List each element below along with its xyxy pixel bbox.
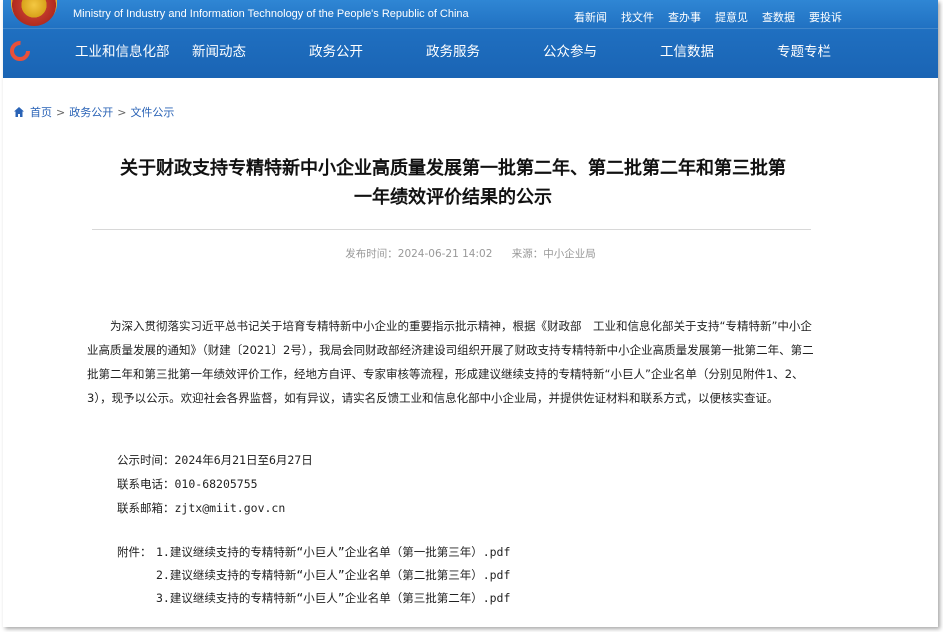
nav-item-gov-affairs[interactable]: 政务公开: [309, 40, 426, 60]
attachment-link-2[interactable]: 2.建议继续支持的专精特新“小巨人”企业名单（第二批第三年）.pdf: [156, 567, 510, 583]
contact-email: 联系邮箱：zjtx@miit.gov.cn: [117, 501, 286, 515]
attachment-link-3[interactable]: 3.建议继续支持的专精特新“小巨人”企业名单（第三批第二年）.pdf: [156, 590, 510, 606]
notice-period: 公示时间：2024年6月21日至6月27日: [117, 453, 313, 467]
quick-link-feedback[interactable]: 提意见: [715, 9, 748, 25]
site-header: Ministry of Industry and Information Tec…: [3, 0, 938, 78]
contact-phone: 联系电话：010-68205755: [117, 477, 258, 491]
title-divider: [92, 229, 811, 230]
breadcrumb-separator: >: [56, 105, 66, 119]
article-title-line: 一年绩效评价结果的公示: [354, 187, 552, 208]
miit-logo-icon: [10, 41, 30, 61]
breadcrumb: 首页 > 政务公开 > 文件公示: [13, 104, 174, 120]
quick-link-data[interactable]: 查数据: [762, 9, 795, 25]
quick-link-news[interactable]: 看新闻: [574, 9, 607, 25]
article-paragraph: 为深入贯彻落实习近平总书记关于培育专精特新中小企业的重要指示批示精神，根据《财政…: [87, 319, 814, 405]
attachments-label: 附件：: [117, 545, 152, 559]
nav-item-miit[interactable]: 工业和信息化部: [75, 40, 192, 60]
quick-link-services[interactable]: 查办事: [668, 9, 701, 25]
nav-item-public-participation[interactable]: 公众参与: [543, 40, 660, 60]
breadcrumb-file-notice[interactable]: 文件公示: [130, 104, 174, 120]
national-emblem-icon: [11, 0, 57, 26]
quick-link-complaint[interactable]: 要投诉: [809, 9, 842, 25]
nav-item-topics[interactable]: 专题专栏: [777, 40, 894, 60]
home-icon: [14, 107, 24, 117]
article-meta: 发布时间：2024-06-21 14:02 来源：中小企业局: [3, 246, 938, 261]
attachment-link-1[interactable]: 1.建议继续支持的专精特新“小巨人”企业名单（第一批第三年）.pdf: [156, 544, 510, 560]
publish-time: 发布时间：2024-06-21 14:02: [345, 248, 493, 260]
article-title-line: 关于财政支持专精特新中小企业高质量发展第一批第二年、第二批第二年和第三批第: [120, 158, 786, 179]
article-title: 关于财政支持专精特新中小企业高质量发展第一批第二年、第二批第二年和第三批第 一年…: [83, 154, 823, 212]
breadcrumb-separator: >: [117, 105, 127, 119]
nav-item-gov-services[interactable]: 政务服务: [426, 40, 543, 60]
nav-item-news[interactable]: 新闻动态: [192, 40, 309, 60]
quick-links: 看新闻 找文件 查办事 提意见 查数据 要投诉: [574, 9, 842, 25]
quick-link-files[interactable]: 找文件: [621, 9, 654, 25]
breadcrumb-gov-affairs[interactable]: 政务公开: [69, 104, 113, 120]
article-source: 来源：中小企业局: [511, 248, 596, 260]
browser-page: Ministry of Industry and Information Tec…: [3, 0, 938, 627]
breadcrumb-home[interactable]: 首页: [30, 104, 52, 120]
main-nav: 工业和信息化部 新闻动态 政务公开 政务服务 公众参与 工信数据 专题专栏: [75, 40, 894, 60]
site-name-english: Ministry of Industry and Information Tec…: [73, 8, 469, 20]
nav-item-data[interactable]: 工信数据: [660, 40, 777, 60]
